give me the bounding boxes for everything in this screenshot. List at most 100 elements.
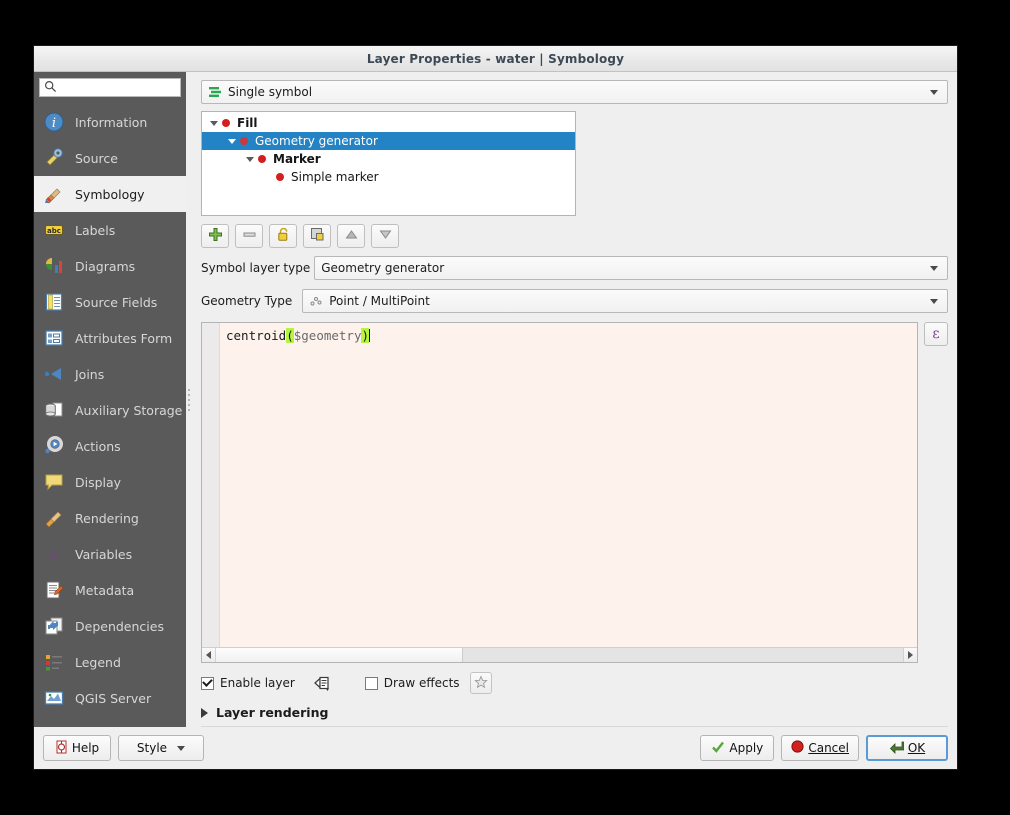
sidebar-item-label: Actions [75, 438, 121, 454]
search-box[interactable] [39, 78, 181, 97]
sidebar-item-label: Source [75, 150, 118, 166]
sidebar-item-qgis-server[interactable]: QGIS Server [34, 680, 186, 716]
actions-icon [43, 435, 65, 457]
remove-symbol-layer-button[interactable] [235, 224, 263, 248]
sidebar-item-dependencies[interactable]: Dependencies [34, 608, 186, 644]
draw-effects-checkbox[interactable] [364, 676, 378, 690]
geometry-type-select[interactable]: Point / MultiPoint [302, 289, 948, 313]
tree-row[interactable]: Simple marker [202, 168, 575, 186]
window-title: Layer Properties - water | Symbology [366, 51, 625, 66]
renderer-value: Single symbol [228, 85, 313, 99]
renderer-select[interactable]: Single symbol [201, 80, 948, 104]
symbol-preview-dot [258, 155, 266, 163]
symbol-layer-type-select[interactable]: Geometry generator [314, 256, 948, 280]
minus-icon [242, 227, 257, 246]
sidebar-item-legend[interactable]: Legend [34, 644, 186, 680]
svg-text:abc: abc [47, 227, 61, 235]
sidebar-item-label: Labels [75, 222, 116, 238]
sidebar-item-symbology[interactable]: Symbology [34, 176, 186, 212]
symbol-layer-type-row: Symbol layer type Geometry generator [201, 256, 948, 280]
expression-editor[interactable]: centroid($geometry) [201, 322, 918, 663]
sidebar: i Information Source Symbology abc Label… [34, 72, 186, 727]
sidebar-item-labels[interactable]: abc Labels [34, 212, 186, 248]
scroll-left-arrow-icon[interactable] [202, 648, 216, 662]
symbol-layer-toolbar [201, 224, 948, 248]
sidebar-item-diagrams[interactable]: Diagrams [34, 248, 186, 284]
draw-effects-group[interactable]: Draw effects [364, 676, 460, 690]
sidebar-item-variables[interactable]: ε Variables [34, 536, 186, 572]
expression-builder-button[interactable]: ε [924, 322, 948, 346]
ok-button[interactable]: OK [866, 735, 948, 761]
duplicate-layer-button[interactable] [303, 224, 331, 248]
add-symbol-layer-button[interactable] [201, 224, 229, 248]
expression-editor-wrap: centroid($geometry) ε [201, 322, 948, 663]
symbol-preview-dot [222, 119, 230, 127]
move-up-button[interactable] [337, 224, 365, 248]
plus-icon [208, 227, 223, 246]
auxiliary-storage-icon [43, 399, 65, 421]
sidebar-item-display[interactable]: Display [34, 464, 186, 500]
data-defined-override-icon[interactable] [311, 674, 331, 692]
chevron-down-icon [930, 89, 938, 95]
expand-arrow-icon[interactable] [224, 138, 240, 144]
search-input[interactable] [57, 80, 180, 95]
layer-rendering-section[interactable]: Layer rendering [201, 705, 948, 727]
expand-arrow-icon[interactable] [242, 156, 258, 162]
tree-item-label: Simple marker [291, 170, 379, 184]
symbol-layer-tree[interactable]: Fill Geometry generator Marker Simple ma… [201, 111, 576, 216]
sidebar-item-metadata[interactable]: Metadata [34, 572, 186, 608]
sidebar-item-label: Joins [75, 366, 105, 382]
sidebar-item-actions[interactable]: Actions [34, 428, 186, 464]
ok-button-label: OK [907, 741, 926, 755]
apply-button[interactable]: Apply [700, 735, 775, 761]
style-button[interactable]: Style [118, 735, 204, 761]
sidebar-item-information[interactable]: i Information [34, 104, 186, 140]
sidebar-item-rendering[interactable]: Rendering [34, 500, 186, 536]
enable-layer-checkbox[interactable] [201, 676, 214, 690]
expression-hscrollbar[interactable] [202, 647, 917, 662]
padlock-icon [276, 227, 291, 246]
sidebar-item-joins[interactable]: Joins [34, 356, 186, 392]
svg-text:i: i [52, 116, 56, 131]
tree-row[interactable]: Fill [202, 114, 575, 132]
sidebar-item-source-fields[interactable]: Source Fields [34, 284, 186, 320]
scroll-thumb[interactable] [216, 648, 464, 662]
cancel-button[interactable]: Cancel [781, 735, 859, 761]
scroll-right-arrow-icon[interactable] [903, 648, 917, 662]
source-fields-icon [43, 291, 65, 313]
stop-icon [791, 740, 804, 756]
lock-layer-button[interactable] [269, 224, 297, 248]
expression-close-paren: ) [361, 328, 370, 343]
symbol-preview-dot [240, 137, 248, 145]
symbology-panel: Single symbol Fill Geometry generator Ma… [192, 72, 957, 727]
expand-arrow-icon[interactable] [206, 120, 222, 126]
information-icon: i [43, 111, 65, 133]
chevron-right-icon [201, 707, 208, 718]
tree-row[interactable]: Geometry generator [202, 132, 575, 150]
sidebar-search-wrap [34, 78, 186, 104]
tree-row[interactable]: Marker [202, 150, 575, 168]
dependencies-icon [43, 615, 65, 637]
title-bar: Layer Properties - water | Symbology [34, 46, 957, 72]
enable-layer-group[interactable]: Enable layer [201, 676, 295, 690]
symbol-layer-type-label: Symbol layer type [201, 261, 311, 275]
tree-item-label: Marker [273, 152, 321, 166]
sidebar-item-attributes-form[interactable]: Attributes Form [34, 320, 186, 356]
help-button[interactable]: Help [43, 735, 111, 761]
sidebar-splitter[interactable] [186, 72, 192, 727]
expression-argument: $geometry [293, 328, 362, 343]
chevron-down-icon [177, 745, 186, 751]
scroll-track[interactable] [216, 648, 903, 662]
sidebar-item-label: Dependencies [75, 618, 164, 634]
effects-settings-button[interactable] [469, 672, 492, 694]
multipoint-icon [309, 294, 323, 308]
help-icon [55, 740, 68, 757]
sidebar-item-label: Rendering [75, 510, 139, 526]
editor-area: centroid($geometry) [202, 323, 917, 647]
draw-effects-label: Draw effects [383, 676, 460, 690]
sidebar-item-source[interactable]: Source [34, 140, 186, 176]
expression-code[interactable]: centroid($geometry) [220, 323, 917, 647]
sidebar-item-auxiliary-storage[interactable]: Auxiliary Storage [34, 392, 186, 428]
svg-text:ε: ε [50, 545, 59, 564]
move-down-button[interactable] [371, 224, 399, 248]
